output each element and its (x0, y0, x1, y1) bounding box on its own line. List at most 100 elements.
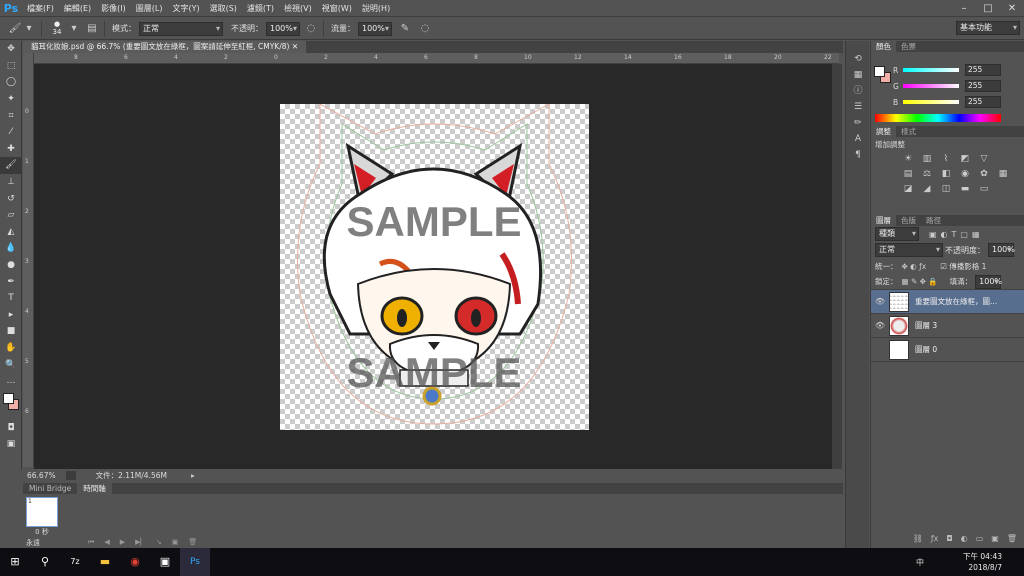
blend-mode-dropdown[interactable]: 正常 (875, 243, 943, 257)
screen-mode-icon[interactable]: ▣ (0, 436, 22, 453)
blue-value[interactable]: 255 (965, 96, 1001, 108)
dodge-tool-icon[interactable]: ● (0, 257, 22, 274)
status-icon[interactable] (65, 471, 76, 480)
file-explorer-icon[interactable]: ▬ (90, 548, 120, 576)
brightness-icon[interactable]: ☀ (901, 154, 915, 165)
history-icon[interactable]: ⟲ (846, 51, 870, 67)
threshold-icon[interactable]: ◫ (939, 184, 953, 195)
first-frame-icon[interactable]: ⏮ (88, 538, 94, 547)
hand-tool-icon[interactable]: ✋ (0, 340, 22, 357)
windows-start-icon[interactable]: ⊞ (0, 548, 30, 576)
blue-slider[interactable] (903, 100, 959, 104)
curves-icon[interactable]: ⌇ (939, 154, 953, 165)
menu-filter[interactable]: 濾鏡(T) (242, 3, 279, 14)
artboard[interactable]: SAMPLE SAMPLE (280, 104, 589, 430)
mode-dropdown[interactable]: 正常 (139, 21, 223, 36)
filter-icons[interactable]: ▣◐T▢▦ (929, 230, 984, 239)
red-value[interactable]: 255 (965, 64, 1001, 76)
frame-delay[interactable]: 0 秒 (26, 527, 58, 536)
tab-channels[interactable]: 色版 (896, 215, 921, 226)
paragraph-icon[interactable]: ¶ (846, 147, 870, 163)
close-icon[interactable]: ✕ (1000, 0, 1024, 17)
blur-tool-icon[interactable]: 💧 (0, 240, 22, 257)
quick-mask-icon[interactable]: ◘ (0, 419, 22, 436)
properties-icon[interactable]: ▦ (846, 67, 870, 83)
next-frame-icon[interactable]: ▶▏ (135, 538, 146, 547)
menu-help[interactable]: 說明(H) (357, 3, 395, 14)
brush-tool-icon[interactable]: 🖌 (8, 22, 22, 36)
foreground-swatch[interactable] (874, 66, 885, 77)
lock-icons[interactable]: ▦ ✎ ✥ 🔒 (902, 277, 938, 286)
airbrush-icon[interactable]: ✎ (398, 22, 412, 36)
more-tools-icon[interactable]: … (0, 373, 22, 390)
trash-icon[interactable]: 🗑 (1007, 534, 1017, 546)
workspace-dropdown[interactable]: 基本功能 (956, 21, 1020, 35)
green-value[interactable]: 255 (965, 80, 1001, 92)
mixer-icon[interactable]: ✿ (977, 169, 991, 180)
play-icon[interactable]: ▶ (120, 538, 125, 547)
pressure-opacity-icon[interactable]: ◌ (304, 22, 318, 36)
maximize-icon[interactable]: □ (976, 0, 1000, 17)
ime-indicator[interactable]: 中 (916, 557, 924, 568)
info-icon[interactable]: ⓘ (846, 83, 870, 99)
tab-paths[interactable]: 路徑 (921, 215, 946, 226)
zoom-tool-icon[interactable]: 🔍 (0, 356, 22, 373)
chrome-icon[interactable]: ◉ (120, 548, 150, 576)
gradient-map-icon[interactable]: ▬ (958, 184, 972, 195)
tab-color[interactable]: 顏色 (871, 41, 896, 52)
selective-color-icon[interactable]: ▭ (977, 184, 991, 195)
marquee-tool-icon[interactable]: ⬚ (0, 58, 22, 75)
duplicate-frame-icon[interactable]: ▣ (172, 538, 179, 547)
brush-panel-icon[interactable]: ▤ (85, 22, 99, 36)
layer-filter-dropdown[interactable]: 種類 (875, 227, 919, 241)
7zip-icon[interactable]: 7z (60, 548, 90, 576)
menu-layer[interactable]: 圖層(L) (131, 3, 168, 14)
fx-icon[interactable]: ƒx (931, 534, 939, 546)
minimize-icon[interactable]: – (952, 0, 976, 17)
menu-select[interactable]: 選取(S) (205, 3, 242, 14)
character-icon[interactable]: A (846, 131, 870, 147)
document-tab[interactable]: 貓耳化妝娘.psd @ 66.7% (重要圖文放在綠框，圖案請延伸至紅框, CM… (23, 41, 307, 53)
eyedropper-icon[interactable]: ⁄ (0, 124, 22, 141)
color-spectrum[interactable] (875, 114, 1001, 122)
opacity-dropdown[interactable]: 100% (266, 21, 300, 36)
paint-bucket-icon[interactable]: ◭ (0, 224, 22, 241)
tween-icon[interactable]: ↘ (156, 538, 162, 547)
lookup-icon[interactable]: ▦ (996, 169, 1010, 180)
clone-stamp-icon[interactable]: ⊥ (0, 174, 22, 191)
color-swatches[interactable] (0, 389, 22, 419)
propagate-checkbox[interactable]: ☑ 傳播影格 1 (940, 261, 986, 272)
crop-tool-icon[interactable]: ⌗ (0, 107, 22, 124)
menu-view[interactable]: 檢視(V) (279, 3, 317, 14)
layer-row[interactable]: 👁 圖層 3 (871, 314, 1024, 338)
photoshop-taskbar-icon[interactable]: Ps (180, 548, 210, 576)
menu-image[interactable]: 影像(I) (96, 3, 131, 14)
tab-mini-bridge[interactable]: Mini Bridge (23, 483, 77, 494)
layer-row[interactable]: 👁 重要圖文放在綠框，圖... (871, 290, 1024, 314)
link-icon[interactable]: ⛓ (913, 534, 923, 546)
menu-type[interactable]: 文字(Y) (167, 3, 204, 14)
close-tab-icon[interactable]: ✕ (292, 42, 298, 51)
flow-dropdown[interactable]: 100% (358, 21, 392, 36)
unify-icons[interactable]: ✥ ◐ ƒx (902, 262, 927, 271)
photo-filter-icon[interactable]: ◉ (958, 169, 972, 180)
shape-tool-icon[interactable]: ■ (0, 323, 22, 340)
exposure-icon[interactable]: ◩ (958, 154, 972, 165)
loop-dropdown[interactable]: 永遠 (26, 538, 40, 548)
menu-edit[interactable]: 編輯(E) (59, 3, 96, 14)
app-icon[interactable]: ▣ (150, 548, 180, 576)
status-menu-icon[interactable]: ▸ (191, 471, 195, 480)
prev-frame-icon[interactable]: ◀ (104, 538, 109, 547)
brush-presets-icon[interactable]: ✏ (846, 115, 870, 131)
bw-icon[interactable]: ◧ (939, 169, 953, 180)
type-tool-icon[interactable]: T (0, 290, 22, 307)
tab-adjustments[interactable]: 調整 (871, 126, 896, 137)
vibrance-icon[interactable]: ▽ (977, 154, 991, 165)
menu-file[interactable]: 檔案(F) (22, 3, 59, 14)
lasso-tool-icon[interactable]: ◯ (0, 74, 22, 91)
channels-icon[interactable]: ☰ (846, 99, 870, 115)
eye-icon[interactable]: 👁 (871, 297, 889, 306)
layer-opacity-value[interactable]: 100% (988, 243, 1015, 257)
adjustment-icon[interactable]: ◐ (961, 534, 968, 546)
healing-brush-icon[interactable]: ✚ (0, 141, 22, 158)
